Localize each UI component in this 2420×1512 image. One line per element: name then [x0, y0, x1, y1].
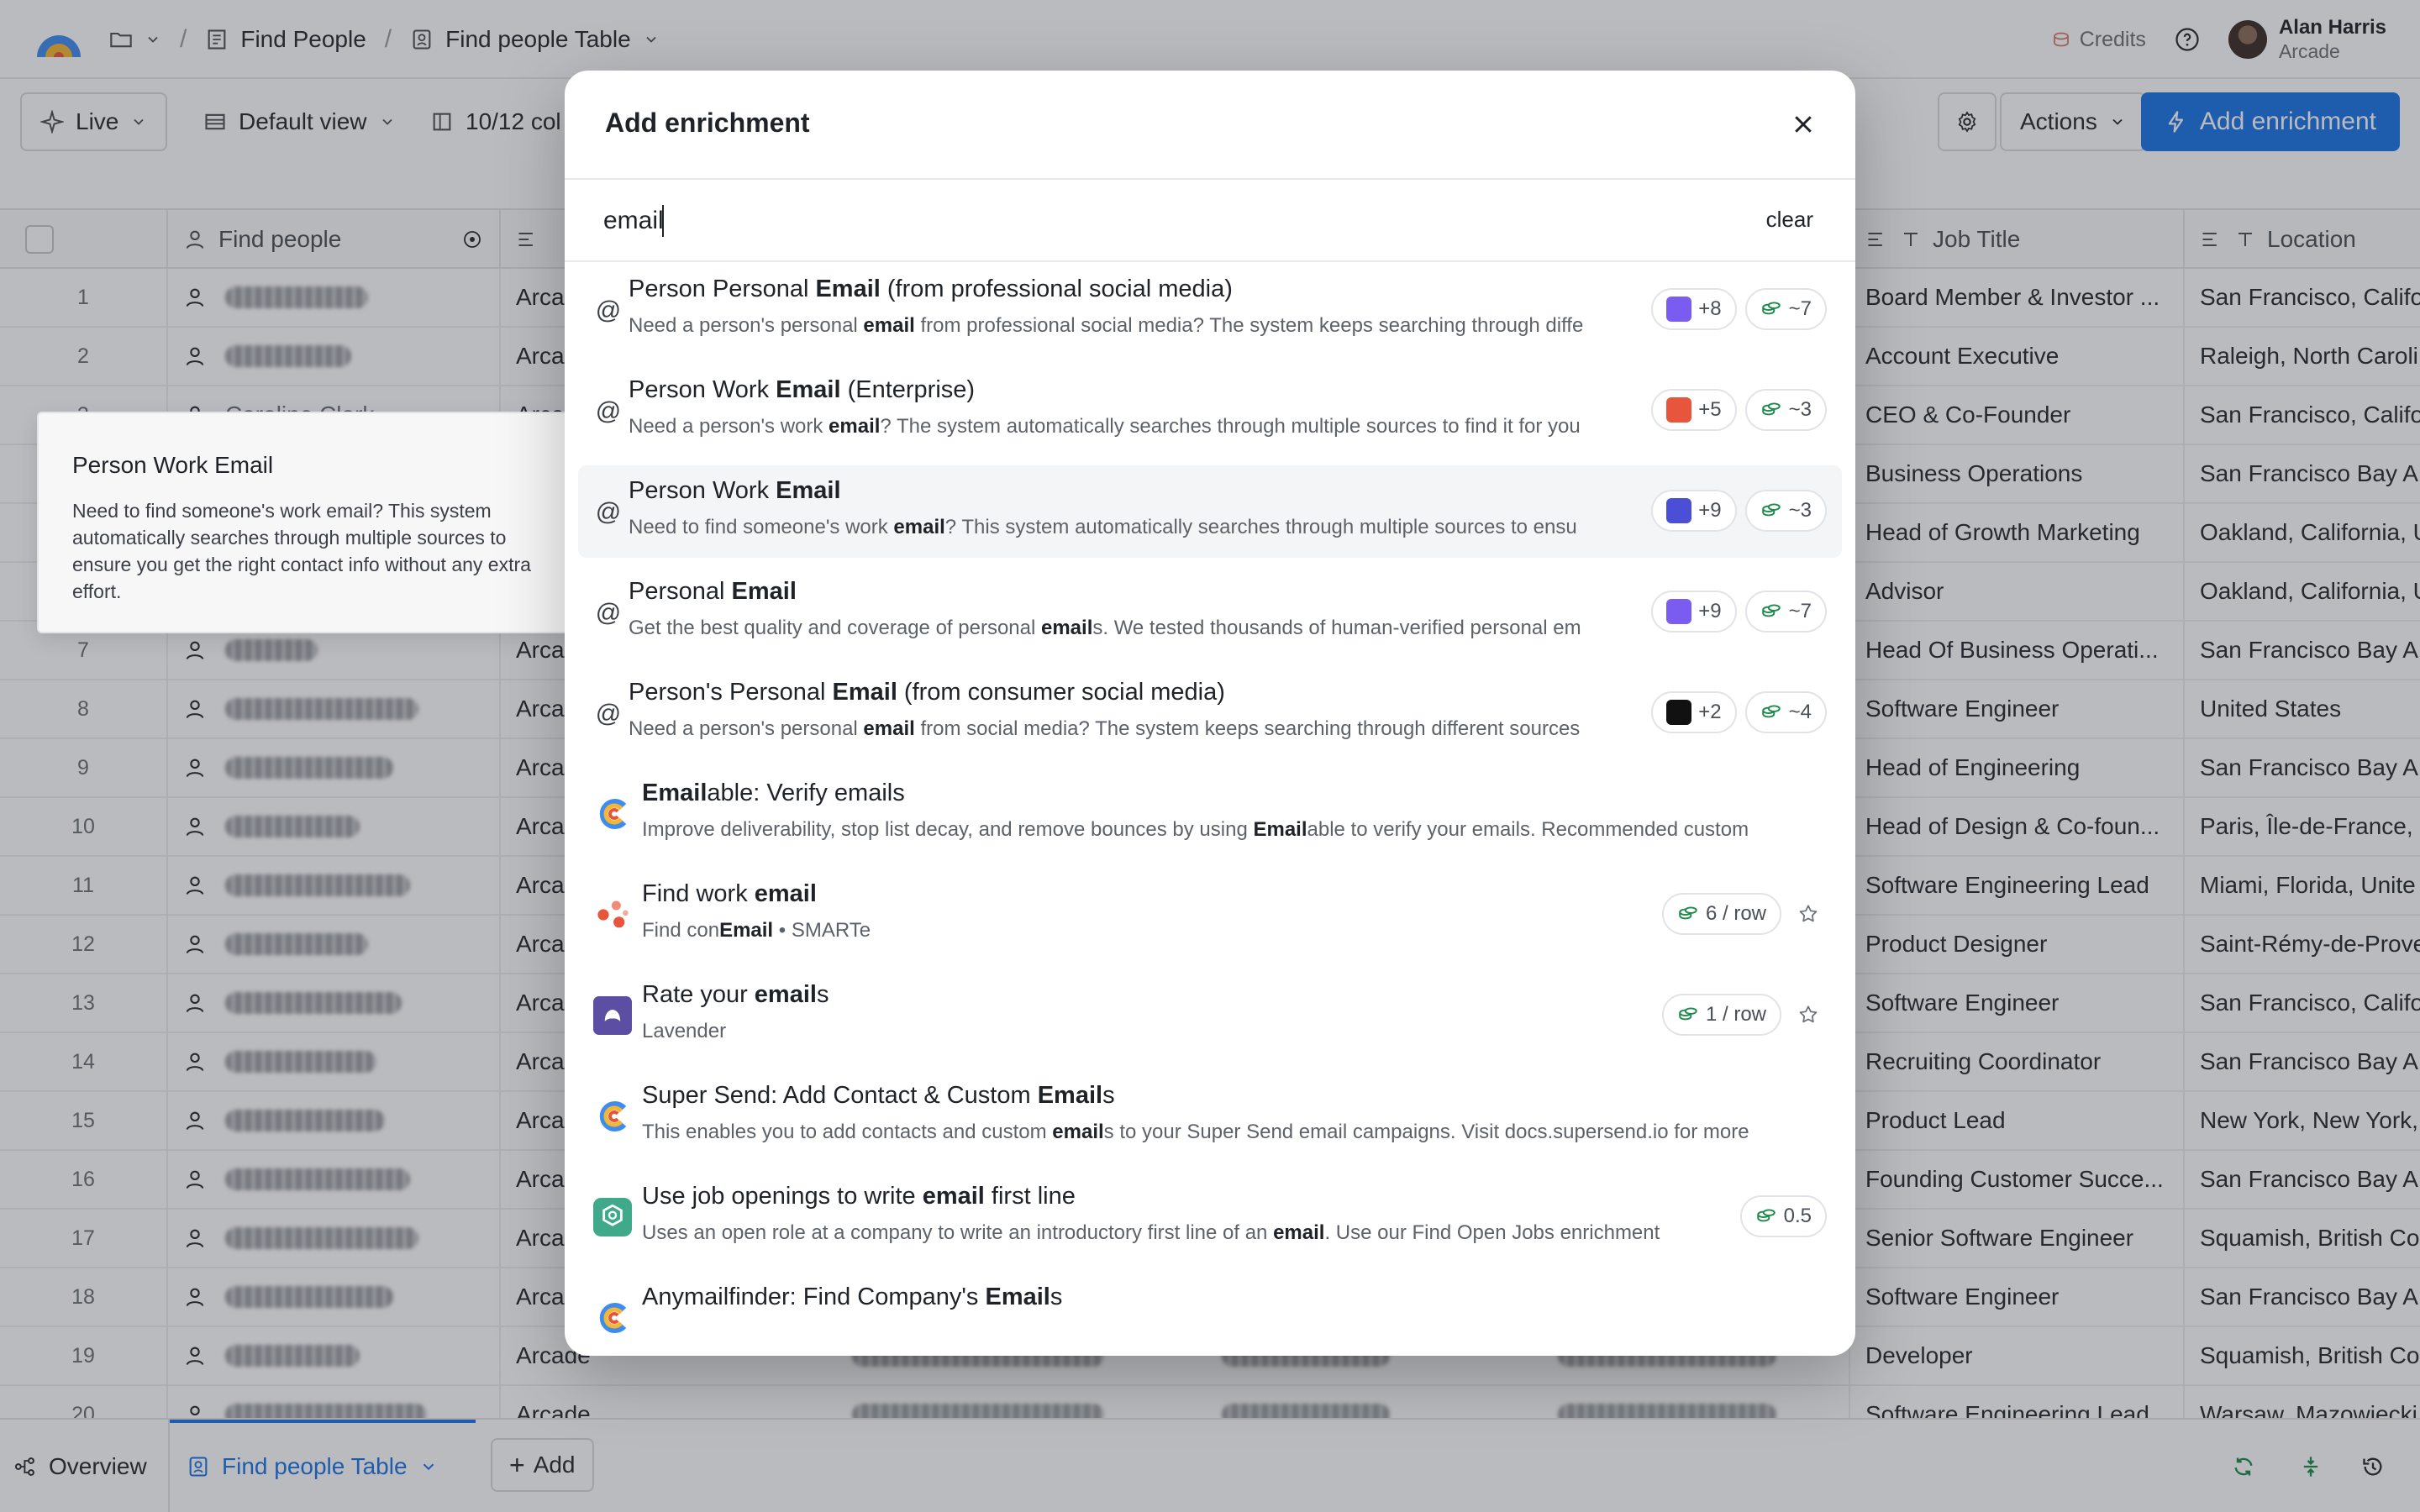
result-title: Personal Email: [629, 578, 797, 605]
provider-count-badge: +9: [1651, 591, 1737, 633]
enrichment-result[interactable]: Anymailfinder: Find Company's Emails: [578, 1272, 1842, 1356]
result-title: Find work email: [642, 880, 817, 907]
clear-button[interactable]: clear: [1766, 207, 1813, 233]
search-row: clear: [565, 180, 1855, 262]
result-title: Use job openings to write email first li…: [642, 1183, 1076, 1210]
enrichment-result[interactable]: Use job openings to write email first li…: [578, 1171, 1842, 1263]
at-icon: @: [595, 397, 622, 425]
credit-cost-badge: ~4: [1744, 691, 1827, 733]
coins-icon: [1755, 1205, 1777, 1227]
modal-title: Add enrichment: [605, 108, 810, 138]
result-title: Person Personal Email (from professional…: [629, 276, 1233, 302]
result-title: Super Send: Add Contact & Custom Emails: [642, 1082, 1115, 1109]
add-enrichment-modal: Add enrichment clear @ Person Personal Em…: [565, 71, 1855, 1356]
enrichment-result[interactable]: @ Person Work Email (Enterprise) Need a pe…: [578, 365, 1842, 457]
provider-icon: [1666, 297, 1692, 322]
result-title: Anymailfinder: Find Company's Emails: [642, 1284, 1063, 1310]
coins-icon: [1760, 701, 1782, 723]
provider-count-badge: +5: [1651, 389, 1737, 431]
coins-icon: [1677, 1004, 1699, 1026]
enrichment-result[interactable]: Rate your emails Lavender 1 / row: [578, 969, 1842, 1062]
result-badges: +2 ~4: [1651, 689, 1827, 736]
credit-cost-badge: 0.5: [1739, 1195, 1827, 1237]
supersend-logo: [592, 1095, 634, 1137]
result-description: Lavender: [642, 1020, 727, 1042]
at-icon: @: [595, 498, 622, 526]
result-description: This enables you to add contacts and cus…: [642, 1121, 1749, 1143]
result-title: Emailable: Verify emails: [642, 780, 905, 806]
tooltip-title: Person Work Email: [72, 452, 274, 478]
provider-icon: [1666, 599, 1692, 624]
result-title: Person Work Email (Enterprise): [629, 376, 976, 403]
provider-icon: [1666, 498, 1692, 523]
at-icon: @: [595, 599, 622, 627]
enrichment-result[interactable]: Super Send: Add Contact & Custom Emails T…: [578, 1070, 1842, 1163]
provider-count-badge: +8: [1651, 288, 1737, 330]
enrichment-result[interactable]: Find work email Find conEmail • SMARTe 6 /…: [578, 869, 1842, 961]
result-description: Find conEmail • SMARTe: [642, 919, 871, 942]
at-icon: @: [595, 297, 622, 324]
result-badges: 1 / row: [1661, 991, 1827, 1038]
favorite-star-icon[interactable]: [1790, 895, 1827, 932]
lavender-logo: [592, 995, 634, 1037]
result-description: Uses an open role at a company to write …: [642, 1221, 1660, 1244]
credit-cost-badge: 1 / row: [1661, 994, 1781, 1036]
modal-header: Add enrichment: [565, 71, 1855, 180]
result-description: Need a person's work email? The system a…: [629, 415, 1581, 438]
result-title: Person Work Email: [629, 477, 841, 504]
coins-icon: [1760, 601, 1782, 622]
coins-icon: [1760, 399, 1782, 421]
enrichment-result[interactable]: @ Personal Email Get the best quality and …: [578, 566, 1842, 659]
result-badges: +8 ~7: [1651, 286, 1827, 333]
credit-cost-badge: 6 / row: [1661, 893, 1781, 935]
emailable-logo: [592, 793, 634, 835]
result-description: Improve deliverability, stop list decay,…: [642, 818, 1749, 841]
provider-count-badge: +2: [1651, 691, 1737, 733]
provider-icon: [1666, 700, 1692, 725]
tooltip-description: Need to find someone's work email? This …: [72, 500, 531, 602]
enrichment-tooltip: Person Work Email Need to find someone's…: [37, 412, 575, 633]
result-title: Person's Personal Email (from consumer s…: [629, 679, 1225, 706]
provider-count-badge: +9: [1651, 490, 1737, 532]
favorite-star-icon[interactable]: [1790, 996, 1827, 1033]
result-badges: +5 ~3: [1651, 386, 1827, 433]
result-badges: 0.5: [1739, 1193, 1827, 1240]
credit-cost-badge: ~7: [1744, 288, 1827, 330]
results-list: @ Person Personal Email (from professiona…: [565, 262, 1855, 1356]
close-icon: [1791, 112, 1816, 137]
coins-icon: [1760, 298, 1782, 320]
anymailfinder-logo: [592, 1297, 634, 1339]
coins-icon: [1760, 500, 1782, 522]
enrichment-result[interactable]: Emailable: Verify emails Improve delivera…: [578, 768, 1842, 860]
credit-cost-badge: ~3: [1744, 490, 1827, 532]
result-badges: +9 ~7: [1651, 588, 1827, 635]
smarte-logo: [592, 894, 634, 936]
text-caret: [662, 205, 664, 237]
result-description: Get the best quality and coverage of per…: [629, 617, 1581, 639]
coins-icon: [1677, 903, 1699, 925]
at-icon: @: [595, 700, 622, 727]
result-title: Rate your emails: [642, 981, 829, 1008]
openai-logo: [592, 1196, 634, 1238]
enrichment-result[interactable]: @ Person Personal Email (from professiona…: [578, 264, 1842, 356]
credit-cost-badge: ~3: [1744, 389, 1827, 431]
search-input[interactable]: [603, 198, 1696, 244]
result-badges: 6 / row: [1661, 890, 1827, 937]
enrichment-result[interactable]: @ Person's Personal Email (from consumer …: [578, 667, 1842, 759]
provider-icon: [1666, 397, 1692, 423]
result-description: Need to find someone's work email? This …: [629, 516, 1577, 538]
enrichment-result[interactable]: @ Person Work Email Need to find someone's…: [578, 465, 1842, 558]
result-badges: +9 ~3: [1651, 487, 1827, 534]
result-description: Need a person's personal email from soci…: [629, 717, 1581, 740]
credit-cost-badge: ~7: [1744, 591, 1827, 633]
result-description: Need a person's personal email from prof…: [629, 314, 1584, 337]
close-button[interactable]: [1786, 108, 1820, 141]
